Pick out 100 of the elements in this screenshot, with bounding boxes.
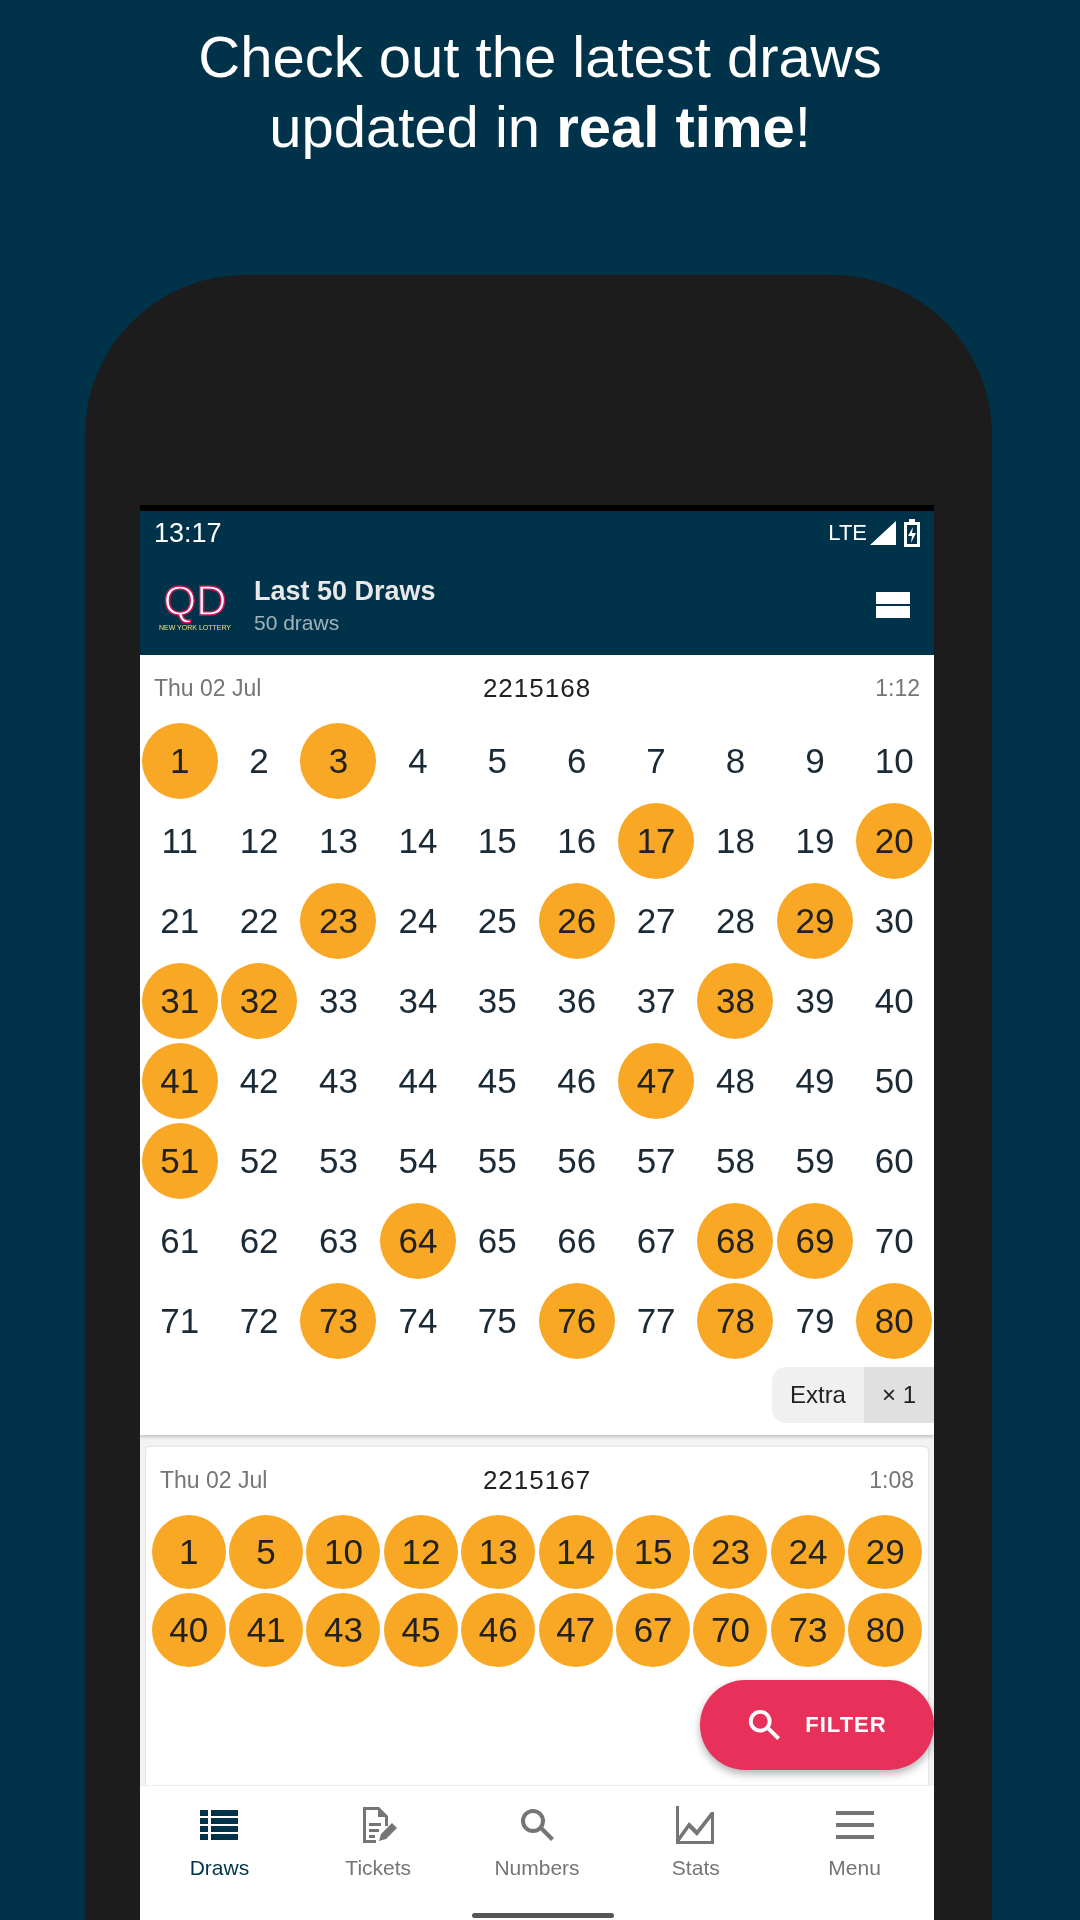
number: 67 <box>635 1220 677 1262</box>
number: 45 <box>476 1060 518 1102</box>
drawn-number-ball: 73 <box>770 1593 845 1667</box>
drawn-number-ball: 31 <box>141 963 218 1039</box>
number: 43 <box>318 1060 359 1102</box>
number: 12 <box>238 820 280 862</box>
number: 72 <box>238 1300 280 1342</box>
drawn-number-ball: 80 <box>848 1593 923 1667</box>
number: 56 <box>556 1140 598 1182</box>
number: 40 <box>873 980 915 1022</box>
number: 50 <box>873 1060 915 1102</box>
drawn-number-ball: 38 <box>697 963 774 1039</box>
drawn-number-ball: 29 <box>776 883 853 959</box>
draw-time: 1:12 <box>875 674 920 701</box>
number: 75 <box>476 1300 518 1342</box>
number: 61 <box>159 1220 201 1262</box>
drawn-number-ball: 10 <box>306 1515 381 1589</box>
number: 28 <box>715 900 756 942</box>
drawn-number-ball: 1 <box>141 723 218 799</box>
number: 4 <box>407 740 429 782</box>
number: 42 <box>238 1060 280 1102</box>
number: 55 <box>476 1140 518 1182</box>
network-type: LTE <box>828 520 867 546</box>
headline: Check out the latest draws updated in real time! <box>197 23 883 161</box>
number: 58 <box>715 1140 756 1182</box>
logo-letters: QD <box>163 579 227 622</box>
number: 65 <box>476 1220 518 1262</box>
menu-icon <box>835 1811 874 1839</box>
drawn-number-ball: 17 <box>618 803 695 879</box>
line-chart-icon <box>675 1806 716 1844</box>
nav-tab[interactable]: Tickets <box>298 1804 458 1880</box>
drawn-number-ball: 23 <box>693 1515 768 1589</box>
drawn-number-ball: 46 <box>461 1593 536 1667</box>
number: 60 <box>873 1140 915 1182</box>
number: 25 <box>476 900 518 942</box>
drawn-number-ball: 23 <box>300 883 377 959</box>
drawn-number-ball: 76 <box>538 1283 615 1359</box>
number: 46 <box>556 1060 598 1102</box>
nav-tab[interactable]: Menu <box>775 1804 934 1880</box>
number: 49 <box>794 1060 836 1102</box>
draw-number: 2215168 <box>482 672 592 703</box>
number: 21 <box>159 900 201 942</box>
drawn-number-ball: 64 <box>379 1203 456 1279</box>
signal-icon <box>870 521 896 545</box>
drawn-number-ball: 68 <box>697 1203 774 1279</box>
number: 27 <box>635 900 677 942</box>
view-toggle-icon[interactable] <box>876 592 910 618</box>
nav-tab[interactable]: Numbers <box>457 1804 617 1880</box>
number: 11 <box>160 820 199 862</box>
nav-tab[interactable]: Stats <box>616 1804 776 1880</box>
drawn-number-ball: 15 <box>616 1515 691 1589</box>
number: 37 <box>635 980 677 1022</box>
drawn-number-ball: 1 <box>151 1515 226 1589</box>
drawn-number-ball: 45 <box>383 1593 458 1667</box>
number: 8 <box>724 740 747 782</box>
number: 54 <box>397 1140 439 1182</box>
draw-card[interactable] <box>140 655 934 1435</box>
number: 6 <box>565 740 588 782</box>
draw-number: 2215167 <box>482 1464 592 1495</box>
number: 63 <box>318 1220 359 1262</box>
number: 70 <box>873 1220 915 1262</box>
drawn-number-ball: 40 <box>151 1593 226 1667</box>
drawn-number-ball: 20 <box>856 803 933 879</box>
search-icon <box>747 1708 782 1742</box>
drawn-number-ball: 41 <box>141 1043 218 1119</box>
number: 62 <box>238 1220 280 1262</box>
number: 15 <box>476 820 518 862</box>
number: 66 <box>556 1220 598 1262</box>
draw-time: 1:08 <box>869 1466 914 1493</box>
clock: 13:17 <box>154 517 223 549</box>
number: 19 <box>794 820 836 862</box>
drawn-number-ball: 47 <box>618 1043 695 1119</box>
number: 22 <box>238 900 280 942</box>
number: 79 <box>794 1300 836 1342</box>
drawn-number-ball: 41 <box>229 1593 304 1667</box>
number: 30 <box>873 900 915 942</box>
number: 10 <box>873 740 915 782</box>
drawn-number-ball: 51 <box>141 1123 218 1199</box>
number: 9 <box>804 740 826 782</box>
drawn-number-ball: 13 <box>461 1515 536 1589</box>
nav-tab[interactable]: Draws <box>140 1804 299 1880</box>
number: 59 <box>794 1140 836 1182</box>
number: 44 <box>397 1060 439 1102</box>
number: 34 <box>397 980 439 1022</box>
battery-icon <box>904 519 920 547</box>
number: 74 <box>397 1300 439 1342</box>
number: 7 <box>645 740 667 782</box>
drawn-number-ball: 67 <box>616 1593 691 1667</box>
number: 53 <box>318 1140 359 1182</box>
drawn-number-ball: 14 <box>538 1515 613 1589</box>
number: 71 <box>159 1300 201 1342</box>
number: 2 <box>248 740 270 782</box>
screen-subtitle: 50 draws <box>254 610 341 635</box>
filter-button[interactable]: FILTER <box>700 1680 934 1770</box>
number: 77 <box>635 1300 677 1342</box>
drawn-number-ball: 12 <box>383 1515 458 1589</box>
draw-date: Thu 02 Jul <box>160 1466 268 1493</box>
drawn-number-ball: 80 <box>856 1283 933 1359</box>
search-icon <box>519 1807 555 1843</box>
number: 35 <box>476 980 518 1022</box>
